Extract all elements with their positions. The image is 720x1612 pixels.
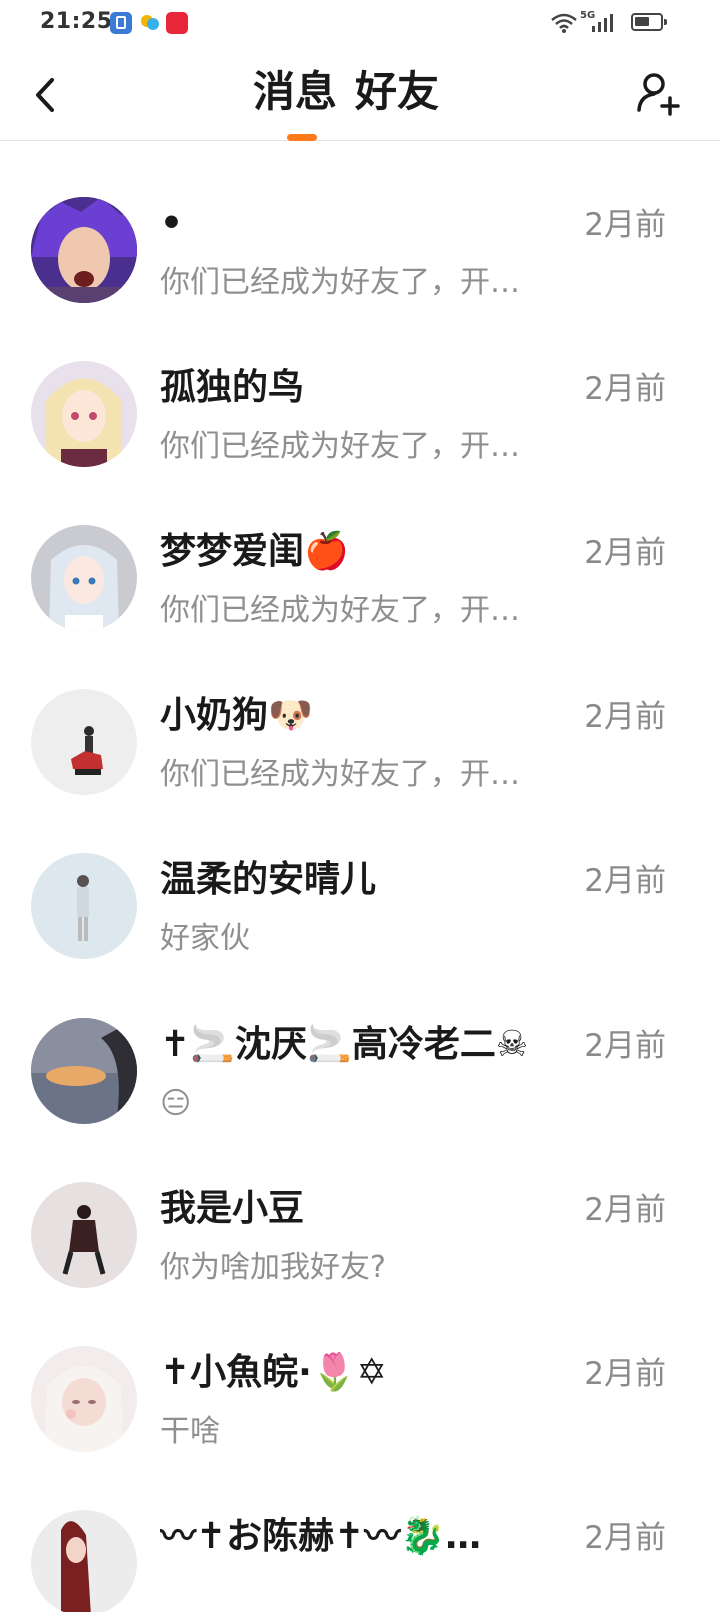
conversation-item[interactable]: 小奶狗🐶 2月前 你们已经成为好友了，开… (0, 689, 720, 853)
conversation-name: 梦梦爱闺🍎 (160, 531, 349, 572)
back-button[interactable] (28, 70, 68, 120)
tab-messages[interactable]: 消息 (253, 62, 337, 122)
conversation-name: 〰✝お陈赫✝〰🐉… (160, 1516, 482, 1557)
chevron-left-icon (36, 78, 54, 112)
conversation-item[interactable]: ✝小魚皖·🌷✡ 2月前 干啥 (0, 1346, 720, 1510)
sunset-hands-avatar (31, 1018, 137, 1124)
conversation-time: 2月前 (584, 1356, 666, 1392)
conversation-preview: 你们已经成为好友了，开… (160, 265, 520, 300)
conversation-time: 2月前 (584, 371, 666, 407)
figure-red-avatar (31, 1510, 137, 1612)
doll-avatar (31, 1346, 137, 1452)
conversation-list[interactable]: • 2月前 你们已经成为好友了，开… 孤独的鸟 2月前 你们已经成为好友了，开…… (0, 140, 720, 1612)
conversation-item[interactable]: 梦梦爱闺🍎 2月前 你们已经成为好友了，开… (0, 525, 720, 689)
conversation-item[interactable]: • 2月前 你们已经成为好友了，开… (0, 197, 720, 361)
conversation-preview: 你们已经成为好友了，开… (160, 757, 520, 792)
conversation-time: 2月前 (584, 699, 666, 735)
conversation-item[interactable]: 〰✝お陈赫✝〰🐉… 2月前 (0, 1510, 720, 1612)
conversation-time: 2月前 (584, 1520, 666, 1556)
battery-icon (631, 13, 667, 31)
conversation-name: 我是小豆 (160, 1188, 305, 1229)
conversation-name: 孤独的鸟 (160, 367, 305, 408)
conversation-time: 2月前 (584, 207, 666, 243)
notification-app-icon (139, 12, 161, 34)
conversation-preview: 你们已经成为好友了，开… (160, 593, 520, 628)
anime-blonde-avatar (31, 361, 137, 467)
conversation-name: ✝🚬沈厌🚬高冷老二☠ (160, 1024, 529, 1065)
figure-light-avatar (31, 853, 137, 959)
top-nav-bar: 消息 好友 (0, 48, 720, 141)
conversation-name: ✝小魚皖·🌷✡ (160, 1352, 387, 1393)
conversation-preview: 干啥 (160, 1414, 220, 1449)
conversation-name: • (160, 203, 184, 244)
figure-dark-avatar (31, 1182, 137, 1288)
conversation-time: 2月前 (584, 1028, 666, 1064)
anime-silver-avatar (31, 525, 137, 631)
wifi-icon (551, 13, 577, 33)
conversation-time: 2月前 (584, 863, 666, 899)
status-time: 21:25 (40, 9, 113, 34)
notification-app-icon (110, 12, 132, 34)
notification-app-icon (166, 12, 188, 34)
conversation-item[interactable]: 孤独的鸟 2月前 你们已经成为好友了，开… (0, 361, 720, 525)
conversation-preview: 你们已经成为好友了，开… (160, 429, 520, 464)
conversation-name: 温柔的安晴儿 (160, 859, 377, 900)
add-user-icon (637, 73, 680, 116)
add-friend-button[interactable] (634, 68, 684, 118)
tab-friends[interactable]: 好友 (355, 62, 439, 122)
conversation-item[interactable]: 我是小豆 2月前 你为啥加我好友? (0, 1182, 720, 1346)
purple-hair-avatar (31, 197, 137, 303)
conversation-item[interactable]: 温柔的安晴儿 2月前 好家伙 (0, 853, 720, 1017)
conversation-item[interactable]: ✝🚬沈厌🚬高冷老二☠ 2月前 😑 (0, 1018, 720, 1182)
conversation-preview: 你为啥加我好友? (160, 1250, 386, 1285)
status-bar: 21:25 5G (0, 0, 720, 48)
conversation-preview: 😑 (160, 1086, 192, 1121)
conversation-time: 2月前 (584, 1192, 666, 1228)
signal-icon (592, 14, 613, 32)
conversation-time: 2月前 (584, 535, 666, 571)
conversation-name: 小奶狗🐶 (160, 695, 313, 736)
figure-avatar (31, 689, 137, 795)
conversation-preview: 好家伙 (160, 921, 250, 956)
